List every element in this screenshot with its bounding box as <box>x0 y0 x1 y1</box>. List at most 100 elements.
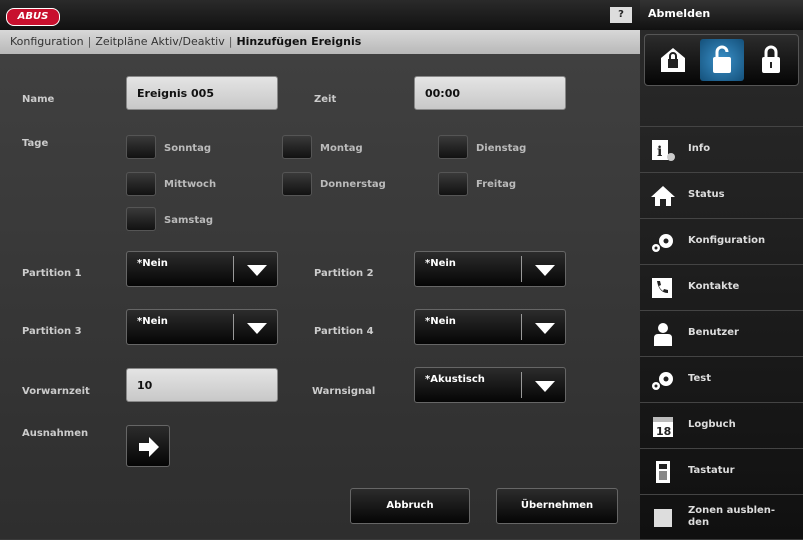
chevron-down-icon <box>247 323 267 334</box>
sidebar-item-label: Kontakte <box>688 281 740 292</box>
partition3-label: Partition 3 <box>22 326 82 337</box>
unlock-icon <box>713 45 731 73</box>
home-icon <box>651 186 675 206</box>
checkbox-sonntag[interactable] <box>126 135 156 159</box>
breadcrumb-current: Hinzufügen Ereignis <box>236 35 362 48</box>
breadcrumb: Konfiguration | Zeitpläne Aktiv/Deaktiv | Hi… <box>0 30 640 54</box>
partition2-select[interactable]: *Nein <box>414 251 566 287</box>
checkbox-montag[interactable] <box>282 135 312 159</box>
partition1-label: Partition 1 <box>22 268 82 279</box>
warnsignal-value: *Akustisch <box>425 374 485 385</box>
day-label-freitag: Freitag <box>476 179 517 190</box>
sidebar-item-label: Konfiguration <box>688 235 766 246</box>
partition4-label: Partition 4 <box>314 326 374 337</box>
name-input[interactable]: Ereignis 005 <box>126 76 278 110</box>
warnsignal-label: Warnsignal <box>312 386 376 397</box>
calendar-icon: 18 <box>653 417 673 438</box>
ausnahmen-button[interactable] <box>126 425 170 467</box>
day-label-montag: Montag <box>320 143 363 154</box>
sidebar-item-konfiguration[interactable]: Konfiguration <box>640 218 803 264</box>
zone-icon <box>654 509 672 527</box>
breadcrumb-item-zeitplaene[interactable]: Zeitpläne Aktiv/Deaktiv <box>95 35 224 48</box>
calendar-day: 18 <box>656 425 671 438</box>
logout-button[interactable]: Abmelden <box>640 0 803 30</box>
event-form: Name Ereignis 005 Zeit 00:00 Tage Sonnta… <box>0 54 640 539</box>
chevron-down-icon <box>535 265 555 276</box>
user-icon <box>654 323 672 346</box>
vorwarnzeit-input[interactable]: 10 <box>126 368 278 402</box>
cancel-button[interactable]: Abbruch <box>350 488 470 524</box>
breadcrumb-item-konfiguration[interactable]: Konfiguration <box>10 35 84 48</box>
partition1-select[interactable]: *Nein <box>126 251 278 287</box>
sidebar-item-test[interactable]: Test <box>640 356 803 402</box>
zeit-label: Zeit <box>314 94 337 105</box>
select-divider <box>233 256 234 282</box>
checkbox-donnerstag[interactable] <box>282 172 312 196</box>
checkbox-mittwoch[interactable] <box>126 172 156 196</box>
abus-logo: ABUS <box>6 8 60 26</box>
name-label: Name <box>22 94 55 105</box>
sidebar-item-label: Benutzer <box>688 327 739 338</box>
sidebar-item-label: Test <box>688 373 712 384</box>
sidebar-item-label: Tastatur <box>688 465 735 476</box>
chevron-down-icon <box>247 265 267 276</box>
lock-button[interactable] <box>749 39 793 81</box>
select-divider <box>521 256 522 282</box>
chevron-down-icon <box>535 381 555 392</box>
arm-mode-panel <box>644 34 799 86</box>
svg-text:i: i <box>657 144 662 160</box>
checkbox-dienstag[interactable] <box>438 135 468 159</box>
checkbox-samstag[interactable] <box>126 207 156 231</box>
arrow-right-icon <box>139 437 159 457</box>
sidebar-item-benutzer[interactable]: Benutzer <box>640 310 803 356</box>
vorwarnzeit-label: Vorwarnzeit <box>22 386 90 397</box>
apply-button[interactable]: Übernehmen <box>496 488 618 524</box>
sidebar-item-status[interactable]: Status <box>640 172 803 218</box>
day-label-donnerstag: Donnerstag <box>320 179 386 190</box>
sidebar-item-label-line1: Zonen ausblen- <box>688 505 776 516</box>
sidebar-item-zonen-ausblenden[interactable]: Zonen ausblen-den <box>640 494 803 540</box>
select-divider <box>521 314 522 340</box>
partition3-select[interactable]: *Nein <box>126 309 278 345</box>
sidebar-item-label: Info <box>688 143 711 154</box>
lock-home-button[interactable] <box>651 39 695 81</box>
gear-icon <box>652 372 673 390</box>
partition3-value: *Nein <box>137 316 168 327</box>
checkbox-freitag[interactable] <box>438 172 468 196</box>
day-label-dienstag: Dienstag <box>476 143 527 154</box>
sidebar-item-kontakte[interactable]: Kontakte <box>640 264 803 310</box>
partition4-value: *Nein <box>425 316 456 327</box>
partition1-value: *Nein <box>137 258 168 269</box>
sidebar-item-info[interactable]: i Info <box>640 126 803 172</box>
breadcrumb-separator: | <box>228 35 233 48</box>
home-lock-icon <box>661 48 685 72</box>
sidebar-item-label-line2: den <box>688 517 710 528</box>
info-icon: i <box>652 140 675 161</box>
breadcrumb-separator: | <box>87 35 92 48</box>
phone-icon <box>652 278 672 298</box>
day-label-samstag: Samstag <box>164 215 214 226</box>
sidebar-item-tastatur[interactable]: Tastatur <box>640 448 803 494</box>
zeit-input[interactable]: 00:00 <box>414 76 566 110</box>
sidebar-item-label: Status <box>688 189 725 200</box>
sidebar-item-label: Zonen ausblen-den <box>688 505 775 529</box>
chevron-down-icon <box>535 323 555 334</box>
partition4-select[interactable]: *Nein <box>414 309 566 345</box>
unlock-button[interactable] <box>700 39 744 81</box>
warnsignal-select[interactable]: *Akustisch <box>414 367 566 403</box>
partition2-value: *Nein <box>425 258 456 269</box>
day-label-sonntag: Sonntag <box>164 143 211 154</box>
ausnahmen-label: Ausnahmen <box>22 428 89 439</box>
tage-label: Tage <box>22 138 49 149</box>
top-bar: ABUS ? Abmelden <box>0 0 803 30</box>
partition2-label: Partition 2 <box>314 268 374 279</box>
gear-icon <box>652 234 673 252</box>
select-divider <box>233 314 234 340</box>
sidebar-item-logbuch[interactable]: 18 Logbuch <box>640 402 803 448</box>
day-label-mittwoch: Mittwoch <box>164 179 217 190</box>
lock-icon <box>762 45 780 73</box>
help-icon[interactable]: ? <box>610 7 632 23</box>
keypad-icon <box>656 461 670 483</box>
select-divider <box>521 372 522 398</box>
sidebar-item-label: Logbuch <box>688 419 736 430</box>
